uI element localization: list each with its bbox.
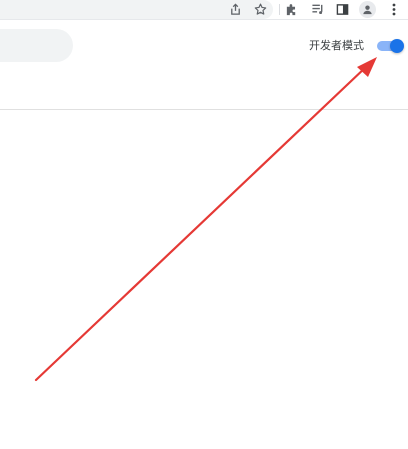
header-divider — [0, 109, 408, 110]
browser-toolbar — [0, 0, 408, 20]
more-menu-icon[interactable] — [385, 1, 402, 18]
extensions-icon[interactable] — [283, 1, 300, 18]
share-icon[interactable] — [227, 1, 244, 18]
avatar[interactable] — [359, 1, 376, 18]
developer-mode-label: 开发者模式 — [309, 39, 364, 52]
profile-icon[interactable] — [359, 1, 376, 18]
search-extensions-bar[interactable] — [0, 29, 73, 62]
toolbar-divider — [279, 4, 280, 15]
bookmark-star-icon[interactable] — [252, 1, 269, 18]
side-panel-icon[interactable] — [334, 1, 351, 18]
toggle-knob — [390, 39, 404, 53]
annotation-arrow-icon — [34, 57, 377, 382]
reading-list-icon[interactable] — [309, 1, 326, 18]
developer-mode-toggle[interactable] — [375, 38, 404, 54]
